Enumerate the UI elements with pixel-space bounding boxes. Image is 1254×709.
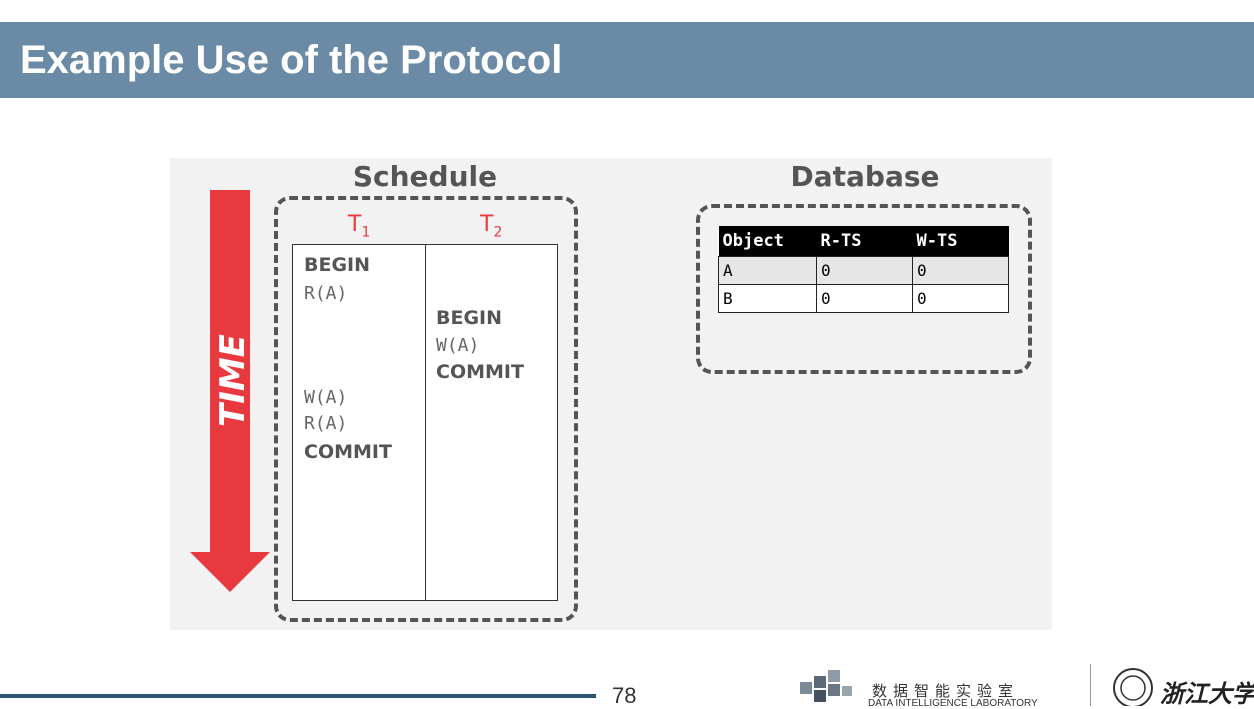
t1-header: T1	[348, 212, 370, 240]
t1-label: T	[348, 212, 362, 237]
schedule-heading: Schedule	[352, 160, 498, 193]
cell-object: A	[718, 256, 817, 285]
university-seal-icon	[1113, 668, 1153, 706]
t2-op-write-a: W(A)	[436, 335, 480, 356]
title-bar: Example Use of the Protocol	[0, 22, 1254, 98]
cell-object: B	[718, 284, 817, 313]
col-read-ts: R-TS	[816, 226, 913, 257]
table-row: B 0 0	[718, 284, 1009, 313]
t1-op-write-a: W(A)	[304, 387, 348, 408]
time-arrow-head	[190, 552, 270, 592]
cell-read-ts: 0	[816, 256, 913, 285]
t1-subscript: 1	[361, 224, 371, 241]
t1-op-read-a-2: R(A)	[304, 413, 348, 434]
time-label: TIME	[213, 334, 253, 427]
t1-op-read-a: R(A)	[304, 283, 348, 304]
slide-title: Example Use of the Protocol	[20, 38, 563, 82]
t1-op-commit: COMMIT	[304, 441, 392, 463]
t2-op-commit: COMMIT	[436, 361, 524, 383]
cell-read-ts: 0	[816, 284, 913, 313]
t1-op-begin: BEGIN	[304, 254, 371, 276]
lab-name-en: DATA INTELLIGENCE LABORATORY	[868, 698, 1038, 709]
t2-subscript: 2	[493, 224, 503, 241]
database-header-row: Object R-TS W-TS	[718, 226, 1009, 257]
database-table: Object R-TS W-TS A 0 0 B 0 0	[718, 226, 1009, 313]
page-number: 78	[612, 683, 637, 708]
database-heading: Database	[790, 160, 940, 193]
col-write-ts: W-TS	[912, 226, 1009, 257]
t2-op-begin: BEGIN	[436, 307, 503, 329]
t2-header: T2	[480, 212, 502, 240]
t2-label: T	[480, 212, 494, 237]
logo-separator	[1090, 664, 1091, 706]
lab-logo-icon	[800, 670, 852, 702]
university-name: 浙江大学	[1160, 679, 1254, 708]
footer-line	[0, 694, 596, 698]
col-object: Object	[718, 226, 817, 257]
cell-write-ts: 0	[912, 256, 1009, 285]
schedule-column-divider	[425, 245, 426, 600]
table-row: A 0 0	[718, 256, 1009, 285]
cell-write-ts: 0	[912, 284, 1009, 313]
